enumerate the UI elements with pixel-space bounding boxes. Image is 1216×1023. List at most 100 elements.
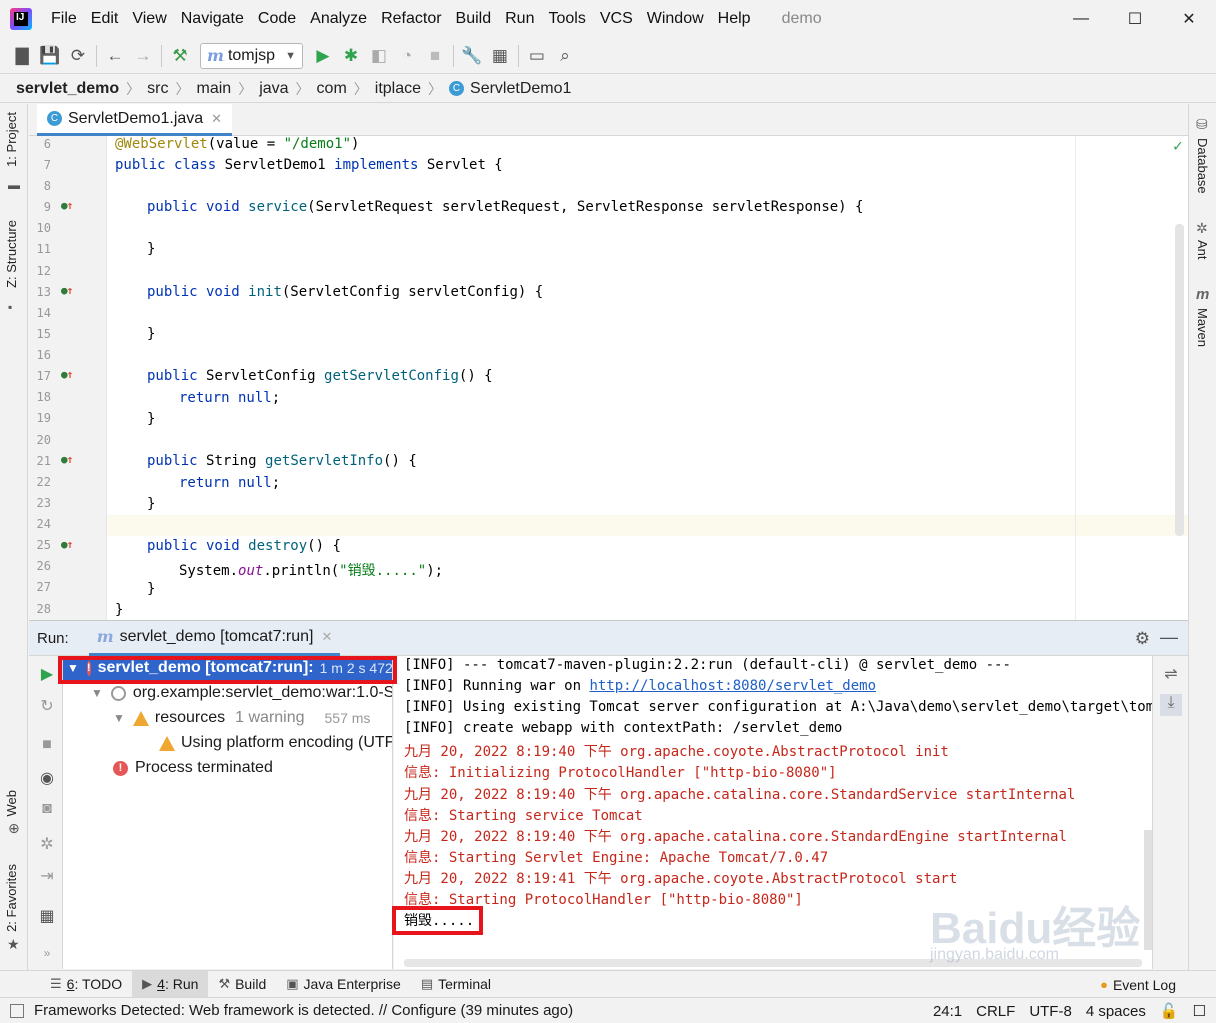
code-editor[interactable]: ✓ 6 7 8 9 10 11 12 13 14 15 16 17 18 19 …: [29, 136, 1188, 620]
menu-vcs[interactable]: VCS: [593, 10, 640, 28]
menu-run[interactable]: Run: [498, 10, 541, 28]
code-token: ServletConfig: [206, 368, 325, 384]
console-link[interactable]: http://localhost:8080/servlet_demo: [589, 678, 876, 694]
menu-view[interactable]: View: [125, 10, 173, 28]
implements-method-icon[interactable]: ●↑: [61, 538, 73, 551]
line-number: 21: [36, 454, 51, 468]
gear-icon[interactable]: ⚙: [1135, 629, 1150, 649]
implements-method-icon[interactable]: ●↑: [61, 453, 73, 466]
build-hammer-icon[interactable]: ⚒: [166, 42, 194, 70]
close-tab-icon[interactable]: ✕: [211, 111, 222, 127]
coverage-icon[interactable]: ◧: [365, 42, 393, 70]
tree-row-artifact[interactable]: ▼ org.example:servlet_demo:war:1.0-SNAPS…: [91, 681, 392, 705]
menu-edit[interactable]: Edit: [84, 10, 126, 28]
debug-bug-icon[interactable]: ✱: [337, 42, 365, 70]
soft-wrap-icon[interactable]: ⇌: [1160, 664, 1182, 686]
exit-icon[interactable]: ⇥: [37, 866, 57, 886]
indent-setting[interactable]: 4 spaces: [1086, 1003, 1146, 1020]
implements-method-icon[interactable]: ●↑: [61, 284, 73, 297]
menu-analyze[interactable]: Analyze: [303, 10, 374, 28]
camera-icon[interactable]: ◙: [37, 800, 57, 820]
right-tool-strip: ⛁ Database ✲ Ant m Maven: [1188, 104, 1216, 974]
code-line: }: [147, 411, 155, 427]
status-message[interactable]: Frameworks Detected: Web framework is de…: [10, 1002, 573, 1019]
memory-indicator-icon[interactable]: ☐: [1193, 1002, 1206, 1020]
menu-navigate[interactable]: Navigate: [174, 10, 251, 28]
close-button[interactable]: ✕: [1162, 0, 1216, 38]
run-tool-button[interactable]: ▶ 4: Run: [132, 970, 209, 998]
menu-refactor[interactable]: Refactor: [374, 10, 448, 28]
java-enterprise-tool-button[interactable]: ▣ Java Enterprise: [276, 971, 411, 998]
lock-icon[interactable]: 🔓: [1160, 1002, 1179, 1020]
run-play-icon[interactable]: ▶: [309, 42, 337, 70]
tree-row-process-terminated[interactable]: ! Process terminated: [113, 756, 273, 780]
layout-icon[interactable]: ▦: [37, 906, 57, 926]
expand-triangle-icon[interactable]: ▼: [113, 711, 125, 725]
open-folder-icon[interactable]: ▇: [8, 42, 36, 70]
line-separator[interactable]: CRLF: [976, 1003, 1015, 1020]
save-all-icon[interactable]: 💾: [36, 42, 64, 70]
build-tool-button[interactable]: ⚒ Build: [208, 971, 276, 998]
menu-build[interactable]: Build: [449, 10, 499, 28]
tree-row-warning-detail[interactable]: Using platform encoding (UTF-8 actually): [159, 731, 392, 755]
project-tool-tab[interactable]: 1: Project: [4, 112, 19, 167]
sync-icon[interactable]: ⟳: [64, 42, 92, 70]
database-tool-tab[interactable]: Database: [1195, 138, 1210, 194]
profile-icon[interactable]: ◔: [393, 42, 421, 70]
settings-wrench-icon[interactable]: 🔧: [458, 42, 486, 70]
settings-icon[interactable]: ✲: [37, 834, 57, 854]
structure-tool-tab[interactable]: Z: Structure: [4, 220, 19, 288]
editor-scrollbar[interactable]: [1175, 224, 1184, 536]
minimize-button[interactable]: —: [1054, 0, 1108, 38]
close-tab-icon[interactable]: ✕: [322, 629, 333, 645]
caret-position[interactable]: 24:1: [933, 1003, 962, 1020]
forward-arrow-icon[interactable]: →: [129, 42, 157, 70]
menu-file[interactable]: File: [44, 10, 84, 28]
status-toggle-icon[interactable]: [10, 1003, 24, 1018]
implements-method-icon[interactable]: ●↑: [61, 199, 73, 212]
stop-icon[interactable]: ■: [37, 736, 57, 756]
presentation-icon[interactable]: ▭: [523, 42, 551, 70]
search-icon[interactable]: ⌕: [551, 42, 579, 70]
menu-window[interactable]: Window: [640, 10, 711, 28]
breadcrumb-item[interactable]: servlet_demo: [16, 80, 119, 98]
tree-row-resources[interactable]: ▼ resources 1 warning 557 ms: [113, 706, 370, 730]
stop-icon[interactable]: ■: [421, 42, 449, 70]
expand-triangle-icon[interactable]: ▼: [91, 686, 103, 700]
line-number: 11: [36, 242, 51, 256]
file-encoding[interactable]: UTF-8: [1029, 1003, 1072, 1020]
breadcrumb-item[interactable]: com: [317, 80, 347, 98]
rerun-icon[interactable]: ▶: [37, 664, 57, 684]
maximize-button[interactable]: ☐: [1108, 0, 1162, 38]
terminal-tool-button[interactable]: ▤ Terminal: [411, 971, 501, 998]
checkmark-icon: ✓: [1173, 136, 1183, 155]
menu-help[interactable]: Help: [711, 10, 758, 28]
console-line: [INFO] Using existing Tomcat server conf…: [404, 699, 1152, 715]
favorites-tool-tab[interactable]: 2: Favorites: [4, 864, 19, 932]
minimize-panel-icon[interactable]: —: [1160, 627, 1178, 648]
run-config-select[interactable]: m tomjsp ▼: [200, 42, 303, 69]
scroll-to-end-icon[interactable]: ⤓: [1160, 694, 1182, 716]
ant-tool-tab[interactable]: Ant: [1195, 240, 1210, 260]
more-icon[interactable]: »: [37, 946, 57, 966]
todo-tool-button[interactable]: ☰ 6: TODO: [40, 971, 132, 998]
implements-method-icon[interactable]: ●↑: [61, 368, 73, 381]
breadcrumb-item[interactable]: src: [147, 80, 168, 98]
run-tab[interactable]: m servlet_demo [tomcat7:run] ✕: [88, 620, 341, 656]
event-log-button[interactable]: ● Event Log: [1100, 971, 1176, 998]
back-arrow-icon[interactable]: ←: [101, 42, 129, 70]
breadcrumb-item[interactable]: ServletDemo1: [470, 80, 571, 98]
breadcrumb-item[interactable]: java: [259, 80, 288, 98]
code-token: () {: [458, 368, 493, 384]
project-structure-icon[interactable]: ▦: [486, 42, 514, 70]
maven-tool-tab[interactable]: Maven: [1195, 308, 1210, 347]
menu-tools[interactable]: Tools: [541, 10, 592, 28]
breadcrumb-item[interactable]: itplace: [375, 80, 421, 98]
eye-icon[interactable]: ◉: [37, 768, 57, 788]
breadcrumb-item[interactable]: main: [197, 80, 232, 98]
console-scrollbar[interactable]: [1144, 830, 1152, 950]
rerun-failed-icon[interactable]: ↻: [37, 696, 57, 716]
tab-servletdemo1-java[interactable]: C ServletDemo1.java ✕: [37, 104, 233, 136]
web-tool-tab[interactable]: Web: [4, 790, 19, 817]
menu-code[interactable]: Code: [251, 10, 303, 28]
